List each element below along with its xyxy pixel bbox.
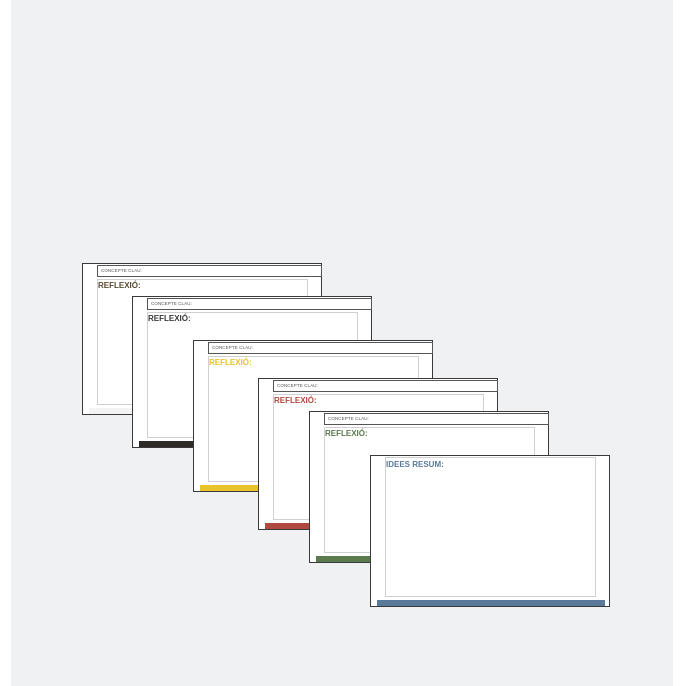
concept-label: CONCEPTE CLAU: [101,268,142,273]
concept-field: CONCEPTE CLAU: [208,342,433,354]
summary-area [385,457,596,597]
reflection-heading: REFLEXIÓ: [325,429,368,438]
concept-field: CONCEPTE CLAU: [324,413,549,425]
canvas: CONCEPTE CLAU: REFLEXIÓ: CONCEPTE CLAU: … [11,0,673,686]
reflection-heading: REFLEXIÓ: [148,314,191,323]
concept-field: CONCEPTE CLAU: [273,380,498,392]
summary-card: IDEES RESUM: [370,455,610,607]
concept-label: CONCEPTE CLAU: [328,416,369,421]
reflection-heading: REFLEXIÓ: [274,396,317,405]
reflection-heading: REFLEXIÓ: [209,358,252,367]
summary-heading: IDEES RESUM: [386,460,444,469]
concept-field: CONCEPTE CLAU: [147,298,372,310]
concept-label: CONCEPTE CLAU: [151,301,192,306]
reflection-heading: REFLEXIÓ: [98,281,141,290]
color-bar [377,600,605,606]
concept-label: CONCEPTE CLAU: [277,383,318,388]
concept-field: CONCEPTE CLAU: [97,265,322,277]
concept-label: CONCEPTE CLAU: [212,345,253,350]
